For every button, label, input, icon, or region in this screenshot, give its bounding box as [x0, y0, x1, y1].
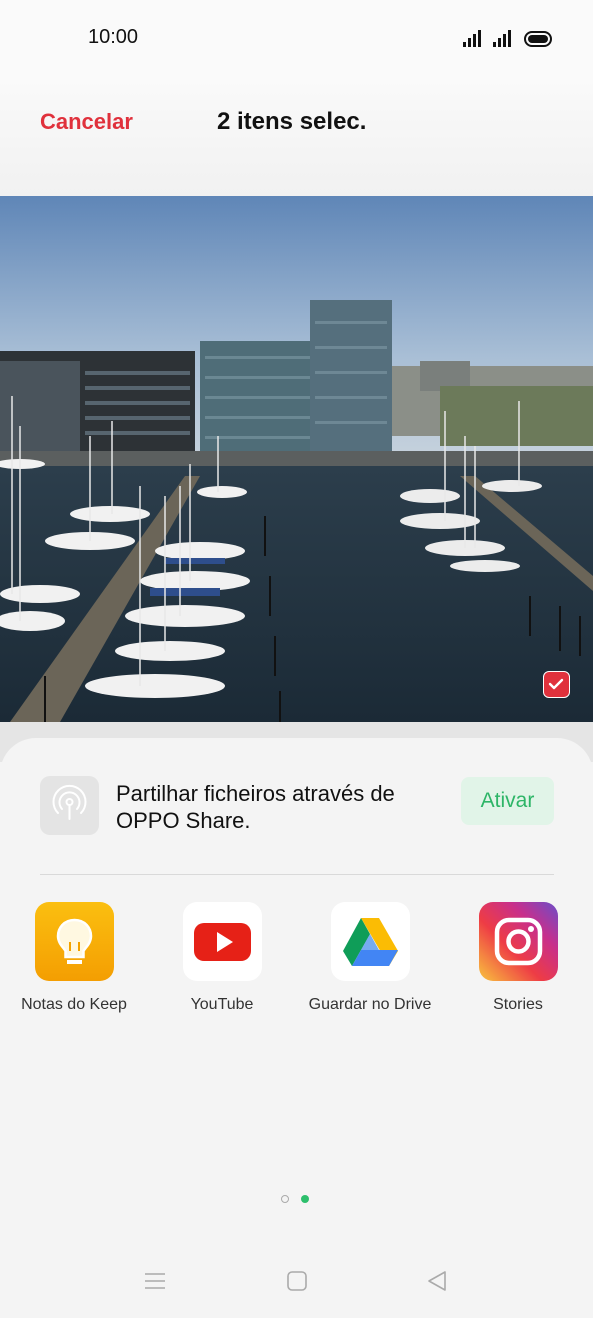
- app-label: YouTube: [190, 996, 254, 1013]
- signal-icon: [463, 30, 481, 47]
- keep-icon: [34, 902, 114, 981]
- instagram-icon: [478, 902, 558, 981]
- home-icon[interactable]: [286, 1270, 308, 1297]
- app-stories[interactable]: Stories: [443, 902, 593, 1014]
- youtube-icon: [182, 902, 262, 981]
- navigation-bar: [0, 1250, 593, 1318]
- selected-checkbox[interactable]: [543, 671, 570, 698]
- harbor-photo: [0, 196, 593, 722]
- menu-icon[interactable]: [144, 1270, 166, 1297]
- status-icons: [463, 30, 555, 48]
- app-label: Guardar no Drive: [308, 996, 432, 1013]
- selected-photo[interactable]: [0, 196, 593, 722]
- battery-icon: [524, 31, 552, 47]
- app-youtube[interactable]: YouTube: [147, 902, 297, 1014]
- app-label: Stories: [493, 996, 543, 1013]
- oppo-share-icon: [40, 776, 99, 835]
- status-bar: 10:00: [0, 0, 593, 76]
- selection-header: Cancelar 2 itens selec.: [0, 76, 593, 197]
- divider: [40, 874, 554, 875]
- back-icon[interactable]: [426, 1270, 448, 1297]
- app-notas-do-keep[interactable]: Notas do Keep: [0, 902, 149, 1014]
- drive-icon: [330, 902, 410, 981]
- activate-button[interactable]: Ativar: [461, 777, 554, 825]
- page-dot-active[interactable]: [301, 1195, 309, 1203]
- oppo-share-description: Partilhar ficheiros através de OPPO Shar…: [116, 781, 395, 833]
- page-dot[interactable]: [281, 1195, 289, 1203]
- app-guardar-no-drive[interactable]: Guardar no Drive: [295, 902, 445, 1014]
- page-title: 2 itens selec.: [217, 108, 367, 135]
- check-icon: [548, 678, 564, 690]
- app-label: Notas do Keep: [21, 996, 127, 1013]
- cancel-button[interactable]: Cancelar: [40, 109, 133, 135]
- signal-icon: [493, 30, 511, 47]
- oppo-share-row: Partilhar ficheiros através de OPPO Shar…: [0, 776, 593, 836]
- status-time: 10:00: [88, 26, 139, 48]
